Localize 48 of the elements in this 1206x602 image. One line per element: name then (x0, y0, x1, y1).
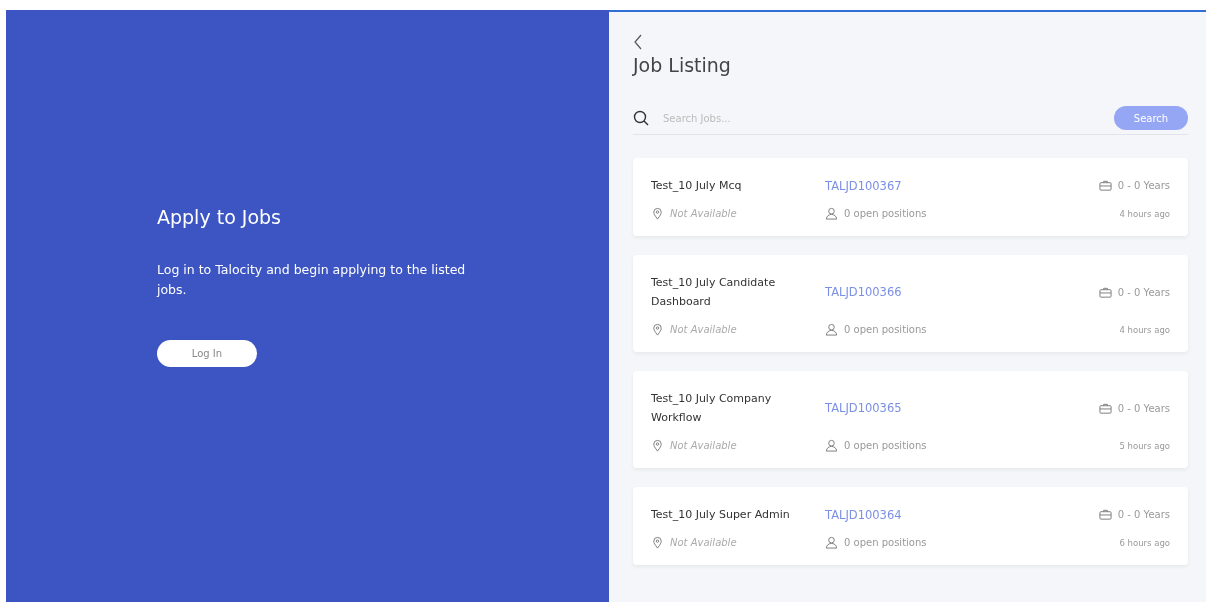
promo-title: Apply to Jobs (157, 205, 282, 228)
posted-time: 6 hours ago (1119, 537, 1170, 548)
briefcase-icon (1098, 179, 1112, 192)
person-icon (825, 323, 838, 336)
search-field[interactable]: Search Jobs... (661, 111, 1102, 125)
job-id-link[interactable]: TALJD100365 (825, 401, 1099, 415)
person-icon (825, 439, 838, 452)
job-id-link[interactable]: TALJD100366 (825, 285, 1099, 299)
briefcase-icon (1098, 285, 1112, 299)
location-text: Not Available (670, 537, 737, 548)
posted-time: 5 hours ago (1119, 440, 1170, 451)
briefcase-icon (1098, 508, 1112, 521)
search-button[interactable]: Search (1114, 106, 1188, 130)
page-title: Job Listing (633, 54, 732, 76)
positions-text: 0 open positions (844, 208, 927, 219)
person-icon (825, 207, 838, 220)
job-title: Test_10 July Company Workflow (651, 391, 773, 426)
location-text: Not Available (670, 208, 737, 219)
job-card[interactable]: Test_10 July Mcq TALJD100367 0 - 0 Years Not Available 0 open positions 4 hours ago (633, 158, 1188, 236)
experience-text: 0 - 0 Years (1117, 180, 1170, 191)
search-icon (633, 110, 649, 126)
job-card[interactable]: Test_10 July Super Admin TALJD100364 0 - 0 Years Not Available 0 open positions 6 hours ago (633, 487, 1188, 565)
back-icon[interactable] (633, 34, 643, 50)
job-id-link[interactable]: TALJD100364 (825, 507, 1099, 522)
job-title: Test_10 July Candidate Dashboard (651, 275, 777, 310)
positions-text: 0 open positions (844, 440, 927, 451)
briefcase-icon (1098, 401, 1112, 415)
job-id-link[interactable]: TALJD100367 (825, 178, 1099, 193)
location-pin-icon (651, 323, 664, 336)
job-card[interactable]: Test_10 July Candidate Dashboard TALJD100366 0 - 0 Years Not Available 0 open positions 4 hours ago (633, 255, 1188, 352)
location-text: Not Available (670, 324, 737, 335)
job-card[interactable]: Test_10 July Company Workflow TALJD100365 0 - 0 Years Not Available 0 open positions 5 hours ago (633, 371, 1188, 468)
positions-text: 0 open positions (844, 537, 927, 548)
posted-time: 4 hours ago (1119, 324, 1170, 335)
location-text: Not Available (670, 440, 737, 451)
job-title: Test_10 July Super Admin (651, 507, 791, 523)
location-pin-icon (651, 536, 664, 549)
promo-text: Log in to Talocity and begin applying to the listed jobs. (157, 260, 467, 299)
person-icon (825, 536, 838, 549)
posted-time: 4 hours ago (1119, 208, 1170, 219)
job-title: Test_10 July Mcq (651, 178, 743, 194)
location-pin-icon (651, 207, 664, 220)
login-button[interactable]: Log In (157, 339, 257, 367)
experience-text: 0 - 0 Years (1117, 402, 1170, 414)
positions-text: 0 open positions (844, 324, 927, 335)
location-pin-icon (651, 439, 664, 452)
experience-text: 0 - 0 Years (1117, 286, 1170, 298)
experience-text: 0 - 0 Years (1117, 509, 1170, 520)
